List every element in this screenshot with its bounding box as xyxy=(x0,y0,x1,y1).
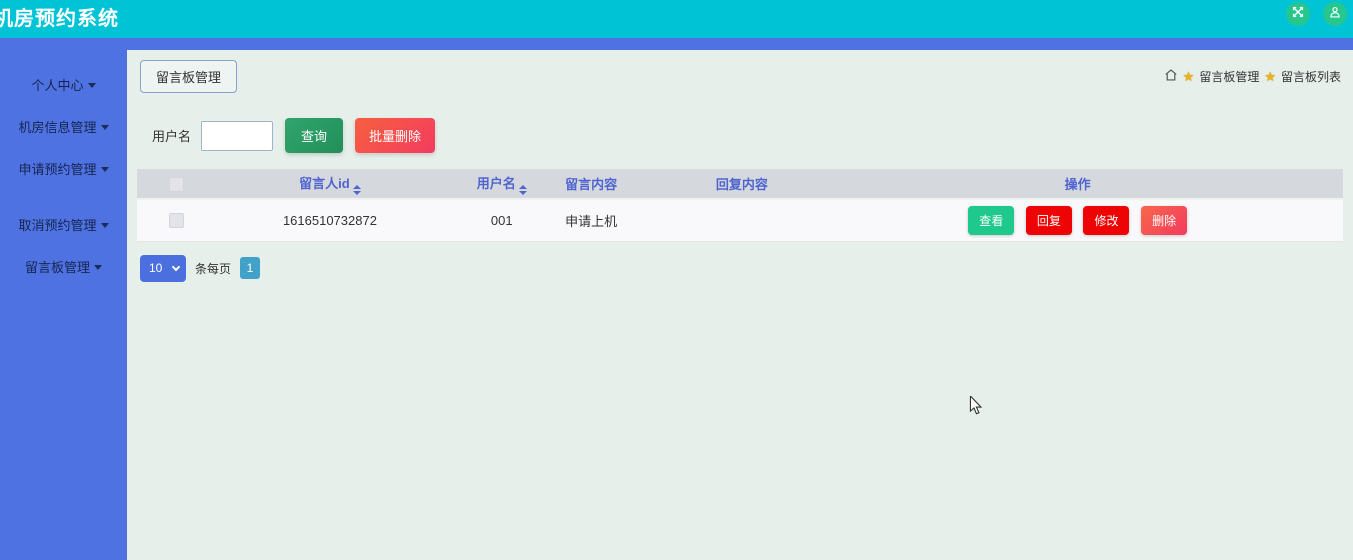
fullscreen-icon xyxy=(1291,5,1305,24)
view-button[interactable]: 查看 xyxy=(968,206,1014,235)
pagination: 10 条每页 1 xyxy=(140,255,1343,282)
query-button[interactable]: 查询 xyxy=(285,118,343,153)
page-size-select[interactable]: 10 xyxy=(140,255,186,282)
cell-message-id: 1616510732872 xyxy=(215,199,444,241)
cell-actions: 查看 回复 修改 删除 xyxy=(812,199,1343,241)
column-header-label: 用户名 xyxy=(477,176,516,191)
chevron-down-icon xyxy=(101,167,109,172)
select-all-checkbox[interactable] xyxy=(169,177,184,192)
chevron-down-icon xyxy=(101,125,109,130)
topbar-icons xyxy=(1286,2,1347,26)
user-icon xyxy=(1328,5,1342,24)
batch-delete-button[interactable]: 批量删除 xyxy=(355,118,435,153)
page-title: 留言板管理 xyxy=(140,60,237,93)
search-toolbar: 用户名 查询 批量删除 xyxy=(152,118,1343,153)
cell-content: 申请上机 xyxy=(559,199,710,241)
column-header-actions: 操作 xyxy=(812,169,1343,199)
message-table: 留言人id 用户名 留言内容 回复内容 操作 1616510732872 001… xyxy=(137,169,1343,242)
topbar: 机房预约系统 xyxy=(0,0,1353,38)
sort-icon xyxy=(353,185,361,195)
fullscreen-button[interactable] xyxy=(1286,2,1310,26)
per-page-label: 条每页 xyxy=(195,260,231,277)
sidebar-item-label: 个人中心 xyxy=(31,78,83,93)
sidebar-item-label: 留言板管理 xyxy=(25,260,90,275)
home-icon[interactable] xyxy=(1164,68,1178,85)
reply-button[interactable]: 回复 xyxy=(1026,206,1072,235)
username-input[interactable] xyxy=(201,121,273,151)
user-button[interactable] xyxy=(1323,2,1347,26)
star-icon: ★ xyxy=(1183,69,1195,85)
sidebar-item-label: 申请预约管理 xyxy=(18,162,96,177)
table-row: 1616510732872 001 申请上机 查看 回复 修改 删除 xyxy=(137,199,1343,241)
sidebar-item-apply-reservation[interactable]: 申请预约管理 xyxy=(0,160,127,180)
sidebar-item-label: 取消预约管理 xyxy=(18,218,96,233)
breadcrumb-item-message-board-list[interactable]: 留言板列表 xyxy=(1281,68,1341,85)
main-content: 留言板管理 ★ 留言板管理 ★ 留言板列表 用户名 查询 批量删除 xyxy=(127,50,1353,560)
edit-button[interactable]: 修改 xyxy=(1083,206,1129,235)
sidebar: 个人中心 机房信息管理 申请预约管理 取消预约管理 留言板管理 xyxy=(0,50,127,560)
cell-reply xyxy=(710,199,813,241)
delete-button[interactable]: 删除 xyxy=(1141,206,1187,235)
username-label: 用户名 xyxy=(152,126,191,145)
column-header-reply: 回复内容 xyxy=(710,169,813,199)
chevron-down-icon xyxy=(94,265,102,270)
column-header-username[interactable]: 用户名 xyxy=(445,169,560,199)
header-accent-strip xyxy=(0,38,1353,50)
chevron-down-icon xyxy=(88,83,96,88)
column-header-content: 留言内容 xyxy=(559,169,710,199)
column-header-id[interactable]: 留言人id xyxy=(215,169,444,199)
column-header-label: 留言人id xyxy=(299,176,350,191)
breadcrumb: ★ 留言板管理 ★ 留言板列表 xyxy=(1164,68,1341,85)
sidebar-item-room-info[interactable]: 机房信息管理 xyxy=(0,118,127,138)
app-title: 机房预约系统 xyxy=(0,0,119,38)
sort-icon xyxy=(519,185,527,195)
page-size-value: 10 xyxy=(149,261,162,275)
sidebar-item-label: 机房信息管理 xyxy=(18,120,96,135)
sidebar-item-cancel-reservation[interactable]: 取消预约管理 xyxy=(0,216,127,236)
chevron-down-icon xyxy=(172,262,180,270)
breadcrumb-item-message-board-mgmt[interactable]: 留言板管理 xyxy=(1199,68,1259,85)
chevron-down-icon xyxy=(101,223,109,228)
table-header-row: 留言人id 用户名 留言内容 回复内容 操作 xyxy=(137,169,1343,199)
page-number-button[interactable]: 1 xyxy=(240,257,260,279)
sidebar-item-message-board[interactable]: 留言板管理 xyxy=(0,258,127,278)
row-checkbox[interactable] xyxy=(169,213,184,228)
sidebar-item-personal-center[interactable]: 个人中心 xyxy=(0,76,127,96)
star-icon: ★ xyxy=(1264,69,1276,85)
cell-username: 001 xyxy=(445,199,560,241)
